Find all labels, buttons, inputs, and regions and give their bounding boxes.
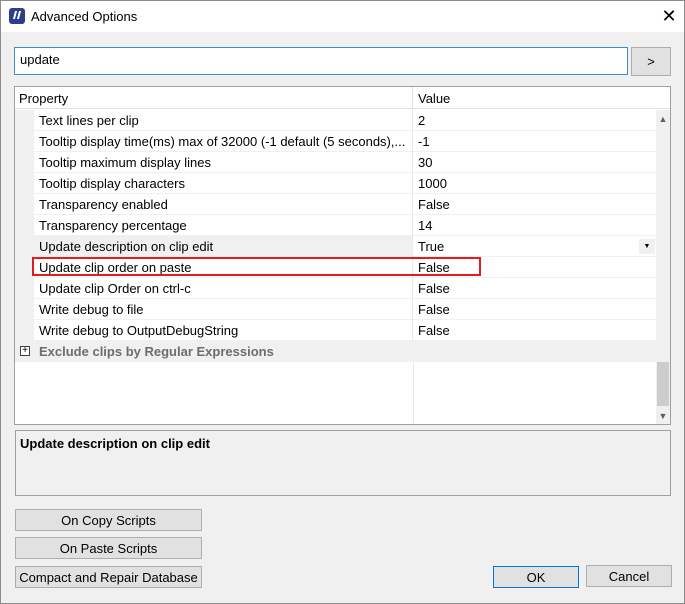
- close-icon[interactable]: ✕: [653, 1, 685, 32]
- property-name[interactable]: Tooltip display characters: [34, 173, 413, 194]
- compact-repair-database-button[interactable]: Compact and Repair Database: [15, 566, 202, 588]
- dropdown-arrow-icon[interactable]: ▼: [639, 239, 655, 254]
- property-name[interactable]: Write debug to OutputDebugString: [34, 320, 413, 341]
- property-value[interactable]: False: [414, 320, 656, 341]
- row-gutter: [15, 236, 34, 257]
- property-row[interactable]: Tooltip display time(ms) max of 32000 (-…: [15, 131, 656, 152]
- row-gutter: [15, 278, 34, 299]
- property-name[interactable]: Update clip order on paste: [34, 257, 413, 278]
- property-rows: Text lines per clip 2 Tooltip display time…: [15, 110, 656, 424]
- property-description: Update description on clip edit: [15, 430, 671, 496]
- property-row[interactable]: Transparency enabled False: [15, 194, 656, 215]
- property-row[interactable]: Tooltip maximum display lines 30: [15, 152, 656, 173]
- property-name[interactable]: Update description on clip edit: [34, 236, 413, 257]
- cancel-button[interactable]: Cancel: [586, 565, 672, 587]
- property-name[interactable]: Update clip Order on ctrl-c: [34, 278, 413, 299]
- property-row[interactable]: Tooltip display characters 1000: [15, 173, 656, 194]
- property-row[interactable]: Text lines per clip 2: [15, 110, 656, 131]
- property-row[interactable]: Write debug to file False: [15, 299, 656, 320]
- property-row[interactable]: Update clip Order on ctrl-c False: [15, 278, 656, 299]
- property-row[interactable]: Write debug to OutputDebugString False: [15, 320, 656, 341]
- grid-empty-area: [15, 362, 656, 424]
- property-name[interactable]: Text lines per clip: [34, 110, 413, 131]
- property-name[interactable]: Transparency percentage: [34, 215, 413, 236]
- row-gutter: [15, 299, 34, 320]
- property-value[interactable]: False: [414, 257, 656, 278]
- row-gutter: [15, 362, 34, 424]
- property-value[interactable]: True: [414, 236, 656, 257]
- row-gutter: [15, 152, 34, 173]
- scroll-up-icon[interactable]: ▲: [656, 110, 670, 127]
- column-header-property[interactable]: Property: [15, 87, 413, 109]
- property-value[interactable]: 1000: [414, 173, 656, 194]
- row-gutter: [15, 173, 34, 194]
- on-paste-scripts-button[interactable]: On Paste Scripts: [15, 537, 202, 559]
- property-name[interactable]: Tooltip maximum display lines: [34, 152, 413, 173]
- column-header-value[interactable]: Value: [414, 87, 670, 109]
- search-go-button[interactable]: >: [631, 47, 671, 76]
- property-value[interactable]: 30: [414, 152, 656, 173]
- row-gutter: [15, 110, 34, 131]
- advanced-options-dialog: Advanced Options ✕ update > Property Val…: [0, 0, 685, 604]
- property-row[interactable]: Update description on clip edit True ▼: [15, 236, 656, 257]
- scroll-thumb[interactable]: [657, 362, 669, 406]
- row-gutter: [15, 215, 34, 236]
- property-value[interactable]: 2: [414, 110, 656, 131]
- column-separator: [413, 362, 414, 424]
- scroll-down-icon[interactable]: ▼: [656, 407, 670, 424]
- ok-button[interactable]: OK: [493, 566, 579, 588]
- title-bar: Advanced Options ✕: [1, 1, 684, 32]
- property-value[interactable]: False: [414, 299, 656, 320]
- property-grid: Property Value Text lines per clip 2 Toolt…: [14, 86, 671, 425]
- grid-header: Property Value: [15, 87, 670, 109]
- property-row[interactable]: Transparency percentage 14: [15, 215, 656, 236]
- row-gutter: [15, 131, 34, 152]
- row-gutter: [15, 257, 34, 278]
- property-row[interactable]: Update clip order on paste False: [15, 257, 656, 278]
- property-name[interactable]: Transparency enabled: [34, 194, 413, 215]
- row-gutter: [15, 194, 34, 215]
- app-icon: [9, 8, 25, 24]
- property-value[interactable]: -1: [414, 131, 656, 152]
- property-name[interactable]: Tooltip display time(ms) max of 32000 (-…: [34, 131, 413, 152]
- vertical-scrollbar[interactable]: ▲ ▼: [656, 110, 670, 424]
- category-row[interactable]: + Exclude clips by Regular Expressions: [15, 341, 656, 362]
- row-gutter: [15, 320, 34, 341]
- property-value[interactable]: 14: [414, 215, 656, 236]
- property-value[interactable]: False: [414, 194, 656, 215]
- property-value[interactable]: False: [414, 278, 656, 299]
- property-name[interactable]: Write debug to file: [34, 299, 413, 320]
- on-copy-scripts-button[interactable]: On Copy Scripts: [15, 509, 202, 531]
- search-input[interactable]: update: [14, 47, 628, 75]
- expand-plus-icon[interactable]: +: [20, 346, 30, 356]
- window-title: Advanced Options: [31, 9, 138, 24]
- category-label: Exclude clips by Regular Expressions: [39, 344, 274, 359]
